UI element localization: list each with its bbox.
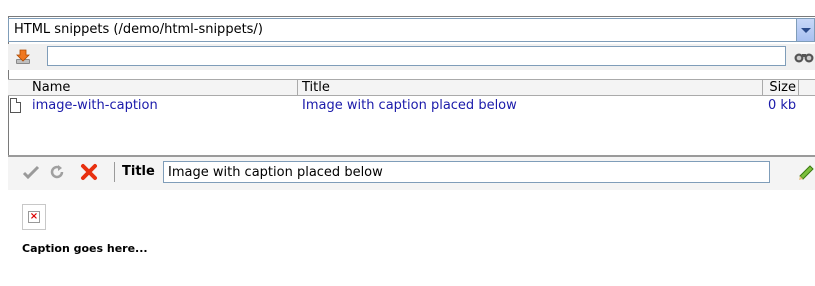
refresh-icon[interactable] bbox=[48, 163, 66, 181]
column-header-name[interactable]: Name bbox=[28, 80, 298, 95]
folder-select-value: HTML snippets (/demo/html-snippets/) bbox=[14, 22, 263, 37]
chevron-down-icon[interactable] bbox=[796, 19, 814, 41]
title-field[interactable] bbox=[163, 161, 770, 183]
caption-text: Caption goes here... bbox=[22, 242, 148, 255]
binoculars-icon[interactable] bbox=[793, 50, 815, 64]
toolbar-separator bbox=[114, 162, 115, 182]
row-size: 0 kb bbox=[768, 98, 797, 113]
check-icon[interactable] bbox=[22, 163, 40, 181]
folder-select[interactable]: HTML snippets (/demo/html-snippets/) bbox=[8, 18, 815, 42]
broken-image-icon: × bbox=[22, 204, 46, 230]
delete-icon[interactable] bbox=[80, 163, 98, 181]
file-icon bbox=[10, 98, 21, 113]
row-name[interactable]: image-with-caption bbox=[32, 98, 158, 113]
column-header-title[interactable]: Title bbox=[298, 80, 763, 95]
row-title[interactable]: Image with caption placed below bbox=[302, 98, 517, 113]
title-label: Title bbox=[122, 164, 155, 179]
search-input[interactable] bbox=[47, 46, 786, 66]
download-icon[interactable] bbox=[14, 48, 32, 66]
column-header-size[interactable]: Size bbox=[763, 80, 799, 95]
file-table-header: Name Title Size bbox=[8, 79, 815, 96]
snippet-preview bbox=[8, 190, 815, 286]
pencil-icon[interactable] bbox=[796, 162, 815, 182]
